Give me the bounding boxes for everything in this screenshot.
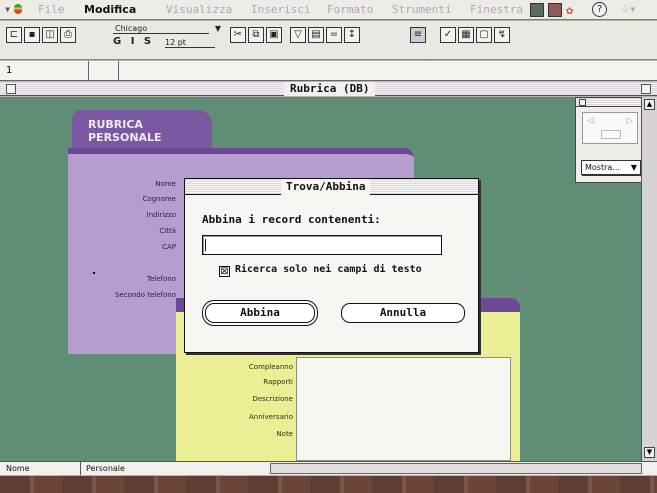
document-title-bar[interactable]: Rubrica (DB) [0, 82, 657, 96]
card-title-line-2: PERSONALE [88, 131, 162, 144]
menu-file[interactable]: File [38, 3, 65, 16]
help-icon[interactable]: ? [592, 2, 607, 17]
font-size-select[interactable]: 12 pt [165, 38, 215, 48]
navigation-palette: ◁ ▷ Mostra... ▼ [575, 97, 645, 183]
field-label-secondo-telefono: Secondo telefono [114, 291, 176, 299]
entry-divider [118, 61, 119, 80]
annulla-button[interactable]: Annulla [341, 303, 465, 323]
entry-divider [88, 61, 89, 80]
page-icon[interactable]: ▢ [476, 27, 492, 43]
save-icon[interactable]: ▪ [24, 27, 40, 43]
palette-title-bar[interactable] [576, 98, 644, 107]
status-field-name: Nome [6, 464, 30, 473]
close-box-icon[interactable] [6, 84, 16, 94]
field-label-citta: Città [159, 227, 176, 235]
control-strip[interactable]: ▾ [4, 2, 23, 16]
palette-close-icon[interactable] [579, 99, 586, 106]
marker-dot [93, 272, 95, 274]
field-label-nome: Nome [155, 180, 176, 188]
toolbar: ⊏ ▪ ◫ ⎙ Chicago ▼ G I S 12 pt ✂ ⧉ ▣ ▽ ▤ … [0, 21, 657, 60]
horizontal-scrollbar[interactable] [270, 463, 642, 474]
text-style-buttons[interactable]: G I S [113, 36, 154, 47]
entry-bar: 1 [0, 61, 657, 81]
record-icon[interactable]: ▤ [308, 27, 324, 43]
field-label-anniversario: Anniversario [249, 413, 293, 421]
filter-icon[interactable]: ▽ [290, 27, 306, 43]
field-label-descrizione: Descrizione [252, 395, 293, 403]
menu-strumenti[interactable]: Strumenti [392, 3, 452, 16]
text-fields-only-checkbox[interactable]: ⊠ [219, 266, 230, 277]
paste-icon[interactable]: ▣ [266, 27, 282, 43]
font-controls: Chicago ▼ G I S 12 pt [113, 24, 223, 50]
folder-tab: RUBRICA PERSONALE [72, 110, 212, 150]
window-title: Rubrica (DB) [284, 82, 376, 96]
menu-bar: ▾ File Modifica Visualizza Inserisci For… [0, 0, 657, 20]
chevron-down-icon: ▼ [214, 24, 221, 33]
layout-icon[interactable]: ▦ [458, 27, 474, 43]
field-label-rapporti: Rapporti [263, 378, 293, 386]
card-title-line-1: RUBRICA [88, 118, 143, 131]
zoom-box-icon[interactable] [641, 84, 651, 94]
dialog-prompt: Abbina i record contenenti: [202, 213, 381, 226]
print-icon[interactable]: ⎙ [60, 27, 76, 43]
record-navigator[interactable]: ◁ ▷ [582, 112, 638, 144]
dialog-title-bar[interactable]: Trova/Abbina [185, 179, 478, 195]
field-label-compleanno: Compleanno [248, 363, 293, 371]
window-icon[interactable] [548, 3, 562, 17]
text-caret [205, 239, 206, 251]
scroll-down-icon[interactable]: ▼ [644, 447, 655, 458]
field-label-note: Note [276, 430, 293, 438]
status-layout-name[interactable]: Personale [86, 464, 125, 473]
field-label-cap: CAP [162, 243, 176, 251]
app-switch-icon[interactable] [530, 3, 544, 17]
font-name-select[interactable]: Chicago [113, 24, 209, 34]
mostra-popup[interactable]: Mostra... ▼ [581, 160, 641, 175]
status-bar: Nome Personale [0, 461, 657, 475]
field-label-indirizzo: Indirizzo [146, 211, 176, 219]
preview-icon[interactable]: ◫ [42, 27, 58, 43]
menu-inserisci[interactable]: Inserisci [251, 3, 311, 16]
cut-icon[interactable]: ✂ [230, 27, 246, 43]
copy-icon[interactable]: ⧉ [248, 27, 264, 43]
cell-reference: 1 [6, 65, 13, 76]
search-input[interactable] [202, 235, 442, 255]
record-slider[interactable] [601, 130, 621, 139]
menu-modifica[interactable]: Modifica [84, 3, 136, 16]
flower-icon[interactable]: ✿ [566, 3, 580, 17]
apple-logo-icon [14, 4, 23, 14]
sort-icon[interactable]: ↕ [344, 27, 360, 43]
macro-icon[interactable]: ↯ [494, 27, 510, 43]
previous-record-icon[interactable]: ◁ [587, 116, 594, 126]
desk-background [0, 476, 657, 493]
abbina-button[interactable]: Abbina [205, 303, 315, 323]
menu-finestra[interactable]: Finestra [470, 3, 523, 16]
menu-visualizza[interactable]: Visualizza [166, 3, 232, 16]
status-divider [80, 462, 81, 475]
notes-area[interactable] [296, 357, 511, 461]
spelling-icon[interactable]: ✓ [440, 27, 456, 43]
field-label-cognome: Cognome [142, 195, 176, 203]
field-label-telefono: Telefono [146, 275, 176, 283]
vertical-scrollbar[interactable]: ▲ ▼ [641, 97, 657, 461]
dialog-title: Trova/Abbina [281, 179, 371, 195]
mostra-label: Mostra... [585, 163, 620, 172]
scroll-up-icon[interactable]: ▲ [644, 99, 655, 110]
text-fields-only-label[interactable]: Ricerca solo nei campi di testo [235, 264, 422, 275]
open-icon[interactable]: ⊏ [6, 27, 22, 43]
menu-formato[interactable]: Formato [327, 3, 373, 16]
find-dialog: Trova/Abbina Abbina i record contenenti:… [184, 178, 479, 353]
find-icon[interactable]: = [326, 27, 342, 43]
insert-field-icon[interactable]: ≡ [410, 27, 426, 43]
next-record-icon[interactable]: ▷ [626, 116, 633, 126]
application-menu-icon[interactable]: ♧▾ [622, 2, 636, 16]
chevron-down-icon: ▼ [630, 163, 637, 172]
